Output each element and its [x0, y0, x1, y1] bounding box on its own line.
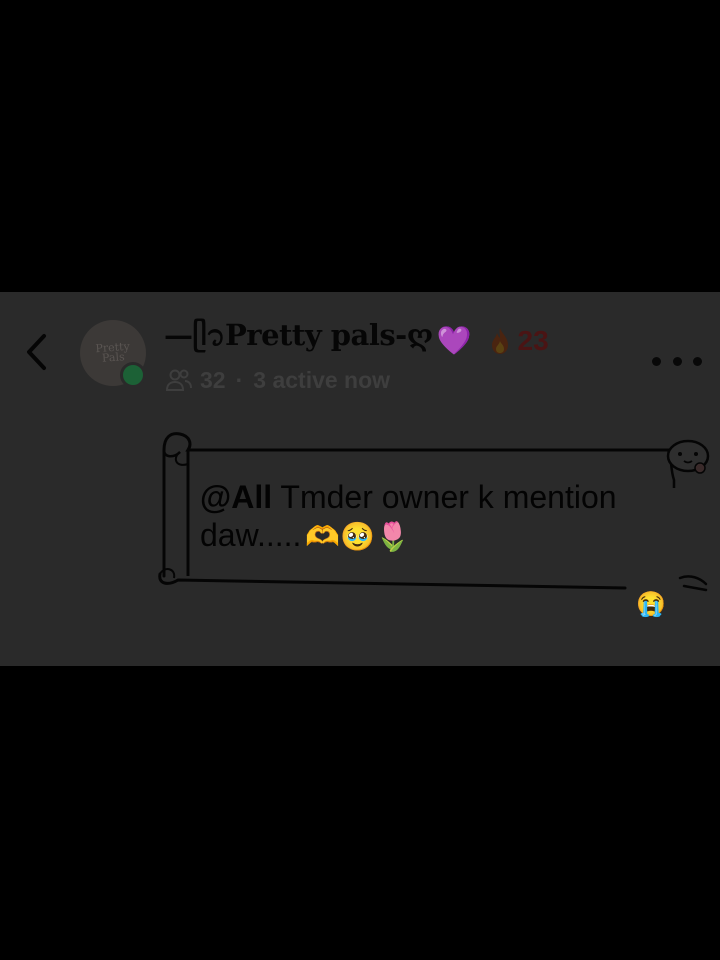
- crying-face-reaction[interactable]: 😭: [636, 590, 666, 619]
- group-subtitle: 32 · 3 active now: [166, 364, 390, 396]
- heart-emoji: 💜: [436, 325, 472, 356]
- active-status: 3 active now: [253, 366, 391, 393]
- avatar-logo-text: Pretty Pals: [95, 339, 131, 365]
- message-emojis: 🫶🥹🌷: [305, 521, 410, 552]
- group-name: —ᥫ᭡Pretty pals-ღ: [164, 318, 433, 352]
- screen: { "header": { "back_icon": "chevron-left…: [0, 0, 720, 960]
- streak-count: 23: [517, 325, 549, 356]
- online-status-dot: [120, 362, 146, 388]
- hand-sticker-icon: [678, 575, 708, 592]
- fire-icon: [491, 328, 508, 354]
- message-text[interactable]: @All Tmder owner k mention daw..... 🫶🥹🌷: [200, 478, 670, 556]
- mention-all[interactable]: @All: [200, 479, 272, 515]
- members-count: 32: [200, 366, 226, 393]
- group-title[interactable]: —ᥫ᭡Pretty pals-ღ 💜 23: [164, 318, 549, 364]
- more-options-button[interactable]: [652, 346, 702, 376]
- separator-dot: ·: [235, 366, 244, 393]
- bear-sticker-icon: [666, 439, 710, 474]
- more-dots-icon: [652, 356, 661, 366]
- back-button[interactable]: [18, 328, 54, 376]
- people-icon: [166, 369, 192, 391]
- streak-badge: 23: [488, 325, 549, 357]
- chevron-left-icon: [27, 334, 46, 370]
